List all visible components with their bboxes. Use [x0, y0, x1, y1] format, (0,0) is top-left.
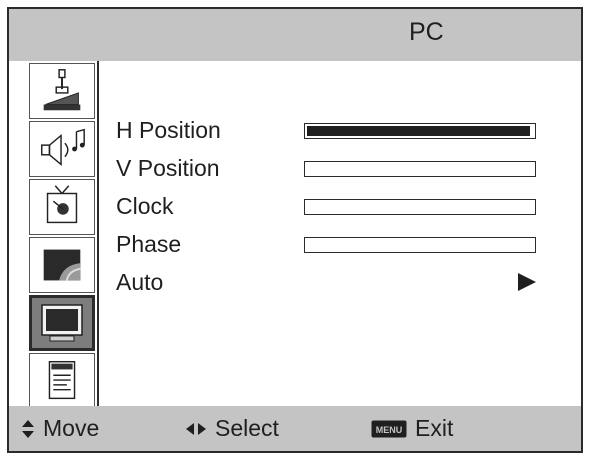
monitor-icon: [41, 304, 83, 342]
menu-item-label: Phase: [116, 231, 182, 257]
screen-function-icon: [43, 249, 81, 281]
menu-item-v-position[interactable]: V Position: [116, 153, 556, 189]
document-icon: [48, 360, 76, 400]
move-hint: Move: [21, 406, 99, 451]
menu-item-auto[interactable]: Auto: [116, 267, 556, 303]
sound-icon: [41, 128, 85, 166]
antenna-tv-icon: [46, 185, 78, 224]
sidebar-item-channel[interactable]: [29, 179, 95, 235]
menu-item-label: Clock: [116, 193, 174, 219]
select-hint: Select: [185, 406, 279, 451]
footer-hints: Move Select MENU Exit: [9, 406, 581, 451]
select-label: Select: [215, 415, 279, 441]
sidebar: [9, 61, 99, 409]
menu-item-h-position[interactable]: H Position: [116, 115, 556, 151]
picture-icon: [43, 69, 81, 111]
sidebar-item-pc[interactable]: [29, 295, 95, 351]
sidebar-item-lock[interactable]: [29, 353, 95, 409]
title-bar: PC: [9, 9, 581, 61]
phase-slider[interactable]: [304, 237, 536, 253]
menu-item-clock[interactable]: Clock: [116, 191, 556, 227]
left-right-arrows-icon: [185, 422, 207, 436]
slider-fill: [307, 126, 530, 136]
svg-text:MENU: MENU: [376, 425, 403, 435]
osd-menu-window: PC H Position V Position Clock Phase Aut…: [7, 7, 583, 453]
menu-item-label: V Position: [116, 155, 220, 181]
h-position-slider[interactable]: [304, 123, 536, 139]
move-label: Move: [43, 415, 100, 441]
sidebar-item-function[interactable]: [29, 237, 95, 293]
exit-label: Exit: [415, 415, 454, 441]
menu-key-icon: MENU: [371, 420, 407, 438]
menu-item-label: Auto: [116, 269, 164, 295]
sidebar-item-picture[interactable]: [29, 63, 95, 119]
up-down-arrows-icon: [21, 419, 35, 439]
page-title: PC: [409, 18, 444, 46]
submenu-arrow-icon[interactable]: [518, 273, 536, 291]
sidebar-item-sound[interactable]: [29, 121, 95, 177]
exit-hint: MENU Exit: [371, 406, 453, 451]
clock-slider[interactable]: [304, 199, 536, 215]
v-position-slider[interactable]: [304, 161, 536, 177]
menu-item-phase[interactable]: Phase: [116, 229, 556, 265]
menu-item-label: H Position: [116, 117, 221, 143]
